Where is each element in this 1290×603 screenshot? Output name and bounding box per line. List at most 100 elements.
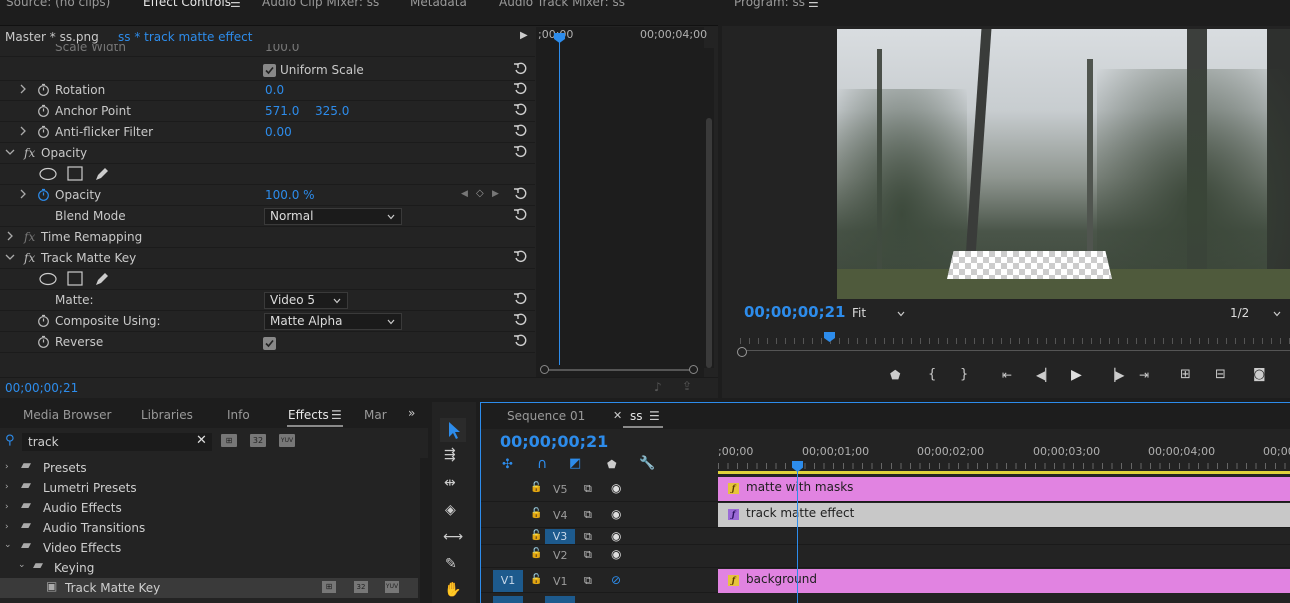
chevron-right-icon[interactable] bbox=[18, 126, 28, 136]
reset-icon[interactable] bbox=[513, 187, 527, 201]
chevron-down-icon[interactable]: ⌄ bbox=[18, 560, 26, 570]
pen-mask-icon[interactable] bbox=[94, 271, 110, 287]
anchor-y-value[interactable]: 325.0 bbox=[315, 104, 349, 118]
uniform-scale-checkbox[interactable] bbox=[263, 64, 276, 77]
ec-playhead-handle[interactable] bbox=[554, 33, 565, 43]
sync-icon[interactable]: ⧉ bbox=[584, 574, 592, 588]
program-timecode[interactable]: 00;00;00;21 bbox=[744, 303, 846, 321]
chevron-down-icon[interactable] bbox=[5, 147, 15, 157]
mark-in-icon[interactable]: { bbox=[928, 367, 936, 382]
sync-icon[interactable]: ⧉ bbox=[584, 530, 592, 544]
program-menu-icon[interactable]: ☰ bbox=[808, 0, 819, 10]
sync-icon[interactable]: ⧉ bbox=[584, 508, 592, 522]
tree-item-audio-transitions[interactable]: › ▰ Audio Transitions bbox=[0, 518, 418, 538]
timeline-playhead[interactable] bbox=[797, 469, 798, 603]
reset-icon[interactable] bbox=[513, 208, 527, 222]
extract-icon[interactable]: ⊟ bbox=[1215, 367, 1226, 382]
chevron-right-icon[interactable]: › bbox=[5, 482, 9, 492]
ec-zoom-bar[interactable] bbox=[540, 365, 698, 375]
reset-icon[interactable] bbox=[513, 145, 527, 159]
pen-tool-icon[interactable]: ✎ bbox=[445, 556, 457, 572]
timeline-menu-icon[interactable]: ☰ bbox=[649, 409, 660, 423]
effect-controls-menu-icon[interactable]: ☰ bbox=[230, 0, 241, 10]
rectangle-mask-icon[interactable] bbox=[67, 271, 83, 286]
track-name[interactable]: V3 bbox=[545, 529, 575, 544]
composite-using-dropdown[interactable]: Matte Alpha bbox=[264, 313, 402, 330]
eye-icon[interactable]: ◉ bbox=[611, 507, 621, 521]
reset-icon[interactable] bbox=[513, 313, 527, 327]
mark-out-icon[interactable]: } bbox=[960, 367, 968, 382]
step-back-icon[interactable]: ◀▏ bbox=[1036, 368, 1054, 382]
ec-playhead[interactable] bbox=[559, 35, 560, 365]
tab-ss[interactable]: ss bbox=[630, 409, 643, 423]
tab-metadata[interactable]: Metadata bbox=[410, 0, 467, 9]
next-keyframe-icon[interactable]: ▶ bbox=[492, 189, 499, 199]
more-tabs-icon[interactable]: » bbox=[408, 406, 415, 420]
rectangle-mask-icon[interactable] bbox=[67, 166, 83, 181]
reset-icon[interactable] bbox=[513, 292, 527, 306]
linked-selection-icon[interactable]: ◩ bbox=[569, 456, 581, 471]
export-frame-icon[interactable]: ◙ bbox=[1253, 367, 1266, 382]
chevron-down-icon[interactable] bbox=[5, 252, 15, 262]
chevron-right-icon[interactable] bbox=[18, 189, 28, 199]
go-to-in-icon[interactable]: ⇤ bbox=[1002, 368, 1012, 382]
ruler-start-handle[interactable] bbox=[737, 347, 747, 357]
step-forward-icon[interactable]: ▕▶ bbox=[1106, 368, 1124, 382]
tree-item-audio-effects[interactable]: › ▰ Audio Effects bbox=[0, 498, 418, 518]
chevron-down-icon[interactable]: ⌄ bbox=[4, 540, 12, 550]
track-name[interactable]: V2 bbox=[553, 549, 568, 562]
tree-item-video-effects[interactable]: ⌄ ▰ Video Effects bbox=[0, 538, 418, 558]
reset-icon[interactable] bbox=[513, 82, 527, 96]
prev-keyframe-icon[interactable]: ◀ bbox=[461, 189, 468, 199]
stopwatch-icon[interactable] bbox=[37, 314, 50, 327]
accelerated-effects-icon[interactable]: ⊞ bbox=[221, 434, 237, 447]
ellipse-mask-icon[interactable] bbox=[39, 167, 57, 181]
ripple-edit-tool-icon[interactable]: ⇹ bbox=[444, 475, 456, 491]
eye-icon[interactable]: ◉ bbox=[611, 481, 621, 495]
play-icon[interactable]: ▶ bbox=[1071, 367, 1082, 383]
track-select-tool-icon[interactable]: ⇶ bbox=[444, 447, 456, 463]
stopwatch-active-icon[interactable] bbox=[37, 188, 50, 201]
wrench-icon[interactable]: 🔧 bbox=[639, 456, 655, 471]
export-frame-icon[interactable]: ⇪ bbox=[682, 379, 692, 393]
add-keyframe-icon[interactable]: ◇ bbox=[476, 188, 484, 199]
fx-icon[interactable]: fx bbox=[24, 251, 35, 265]
tab-sequence-01[interactable]: Sequence 01 bbox=[507, 409, 585, 423]
tab-effect-controls[interactable]: Effect Controls bbox=[143, 0, 231, 9]
fx-icon[interactable]: fx bbox=[24, 146, 35, 160]
rotation-value[interactable]: 0.0 bbox=[265, 83, 284, 97]
lift-icon[interactable]: ⊞ bbox=[1180, 367, 1191, 382]
tab-media-browser[interactable]: Media Browser bbox=[23, 408, 111, 422]
audio-only-icon[interactable]: ♪ bbox=[654, 380, 662, 394]
master-clip-label[interactable]: Master * ss.png bbox=[5, 30, 99, 44]
chevron-right-icon[interactable]: › bbox=[5, 522, 9, 532]
collapse-arrow-icon[interactable]: ▶ bbox=[520, 30, 528, 41]
reset-icon[interactable] bbox=[513, 103, 527, 117]
anti-flicker-value[interactable]: 0.00 bbox=[265, 125, 292, 139]
ec-current-time[interactable]: 00;00;00;21 bbox=[5, 381, 78, 395]
fit-dropdown[interactable]: Fit bbox=[846, 305, 912, 322]
eye-icon[interactable]: ◉ bbox=[611, 547, 621, 561]
razor-tool-icon[interactable]: ◈ bbox=[445, 502, 456, 518]
track-name[interactable]: V1 bbox=[553, 575, 568, 588]
clip-background[interactable]: ƒ background bbox=[718, 569, 1290, 593]
chevron-right-icon[interactable] bbox=[5, 231, 15, 241]
ellipse-mask-icon[interactable] bbox=[39, 272, 57, 286]
sync-icon[interactable]: ⧉ bbox=[584, 482, 592, 496]
reset-icon[interactable] bbox=[513, 250, 527, 264]
tab-audio-clip-mixer[interactable]: Audio Clip Mixer: ss bbox=[262, 0, 379, 9]
tree-item-track-matte-key[interactable]: ▣ Track Matte Key ⊞ 32 YUV bbox=[0, 578, 418, 598]
clear-search-icon[interactable]: ✕ bbox=[196, 433, 207, 448]
opacity-value[interactable]: 100.0 % bbox=[265, 188, 315, 202]
tree-item-keying[interactable]: ⌄ ▰ Keying bbox=[0, 558, 418, 578]
reset-icon[interactable] bbox=[513, 62, 527, 76]
program-video-frame[interactable] bbox=[837, 29, 1290, 299]
snap-icon[interactable]: ∩ bbox=[537, 456, 547, 472]
tab-program[interactable]: Program: ss bbox=[734, 0, 805, 9]
track-target-a1[interactable] bbox=[545, 596, 575, 603]
effects-menu-icon[interactable]: ☰ bbox=[331, 408, 342, 422]
fx-icon[interactable]: fx bbox=[24, 230, 35, 244]
scale-width-value[interactable]: 100.0 bbox=[265, 44, 299, 54]
eye-hidden-icon[interactable]: ⊘ bbox=[611, 573, 621, 587]
lock-icon[interactable]: 🔓 bbox=[530, 508, 542, 519]
